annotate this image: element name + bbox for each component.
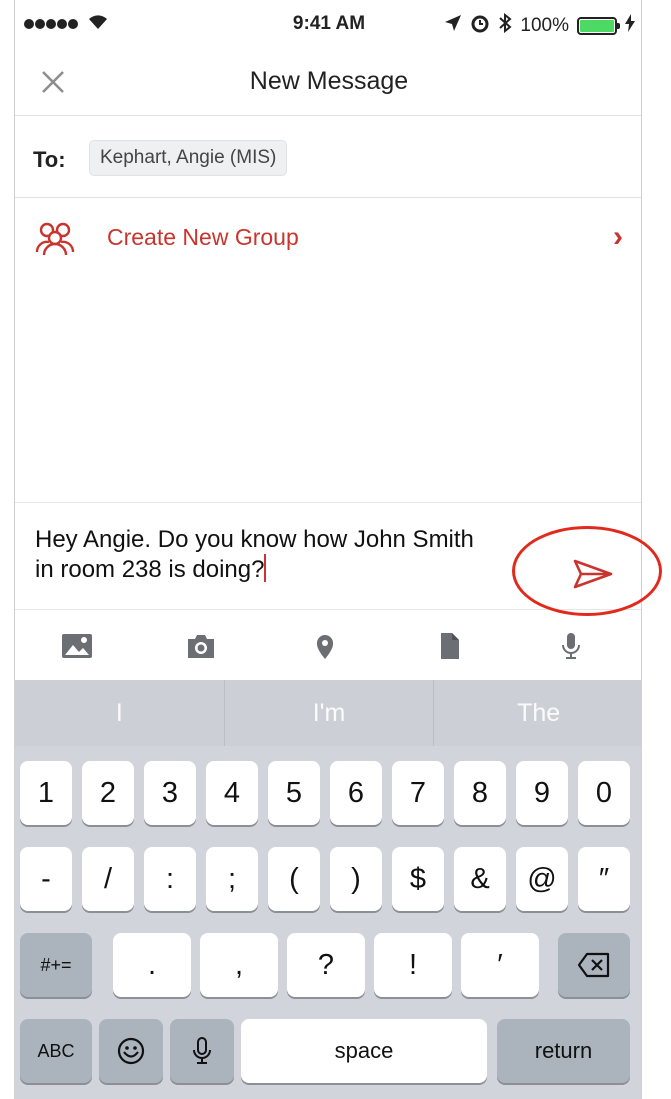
document-icon[interactable] [433,632,465,660]
key-7[interactable]: 7 [392,761,444,825]
image-icon[interactable] [61,632,93,660]
key-3[interactable]: 3 [144,761,196,825]
key-comma[interactable]: , [200,933,278,997]
attachment-bar [15,610,641,680]
to-label: To: [33,147,66,172]
key-9[interactable]: 9 [516,761,568,825]
key-close-paren[interactable]: ) [330,847,382,911]
key-colon[interactable]: : [144,847,196,911]
key-4[interactable]: 4 [206,761,258,825]
message-text: Hey Angie. Do you know how John Smith in… [35,526,474,583]
battery-icon [577,17,620,35]
suggestion-2[interactable]: I'm [225,680,435,746]
microphone-icon[interactable] [555,632,587,660]
key-slash[interactable]: / [82,847,134,911]
key-question[interactable]: ? [287,933,365,997]
key-dollar[interactable]: $ [392,847,444,911]
status-right: 100% [444,12,635,39]
chevron-right-icon: › [613,220,623,253]
key-exclamation[interactable]: ! [374,933,452,997]
key-8[interactable]: 8 [454,761,506,825]
key-5[interactable]: 5 [268,761,320,825]
suggestion-1[interactable]: I [15,680,225,746]
symbols-toggle-key[interactable]: #+= [20,933,92,997]
bluetooth-icon [498,12,512,39]
microphone-icon [191,1037,213,1073]
group-icon [35,220,75,256]
space-key[interactable]: space [241,1019,487,1083]
key-at[interactable]: @ [516,847,568,911]
key-double-quote[interactable]: ″ [578,847,630,911]
dictation-key[interactable] [170,1019,234,1083]
charging-icon [625,14,635,38]
location-pin-icon[interactable] [309,632,341,660]
backspace-key[interactable] [558,933,630,997]
predictive-bar: I I'm The [15,680,641,746]
return-key[interactable]: return [497,1019,630,1083]
nav-bar: New Message [15,50,641,116]
key-open-paren[interactable]: ( [268,847,320,911]
annotation-circle [512,526,662,616]
recipient-row[interactable]: To: Kephart, Angie (MIS) [15,116,641,198]
key-period[interactable]: . [113,933,191,997]
key-6[interactable]: 6 [330,761,382,825]
key-hyphen[interactable]: - [20,847,72,911]
key-0[interactable]: 0 [578,761,630,825]
message-input[interactable]: Hey Angie. Do you know how John Smith in… [35,525,485,584]
backspace-icon [577,952,611,985]
key-semicolon[interactable]: ; [206,847,258,911]
suggestion-3[interactable]: The [434,680,641,746]
key-ampersand[interactable]: & [454,847,506,911]
text-caret [264,554,267,582]
create-group-row[interactable]: Create New Group › [15,198,641,278]
emoji-key[interactable] [99,1019,163,1083]
key-apostrophe[interactable]: ′ [461,933,539,997]
keyboard: 1 2 3 4 5 6 7 8 9 0 - / : ; ( ) $ & @ ″ … [15,746,641,1099]
abc-key[interactable]: ABC [20,1019,92,1083]
alarm-icon [470,13,490,39]
battery-percent: 100% [520,15,569,36]
recipient-chip[interactable]: Kephart, Angie (MIS) [89,140,288,176]
create-group-label: Create New Group [107,224,299,250]
camera-icon[interactable] [185,632,217,660]
location-arrow-icon [444,14,462,38]
page-title: New Message [249,67,409,95]
key-1[interactable]: 1 [20,761,72,825]
key-2[interactable]: 2 [82,761,134,825]
status-bar: 9:41 AM 100% [15,0,641,50]
emoji-icon [116,1037,146,1073]
